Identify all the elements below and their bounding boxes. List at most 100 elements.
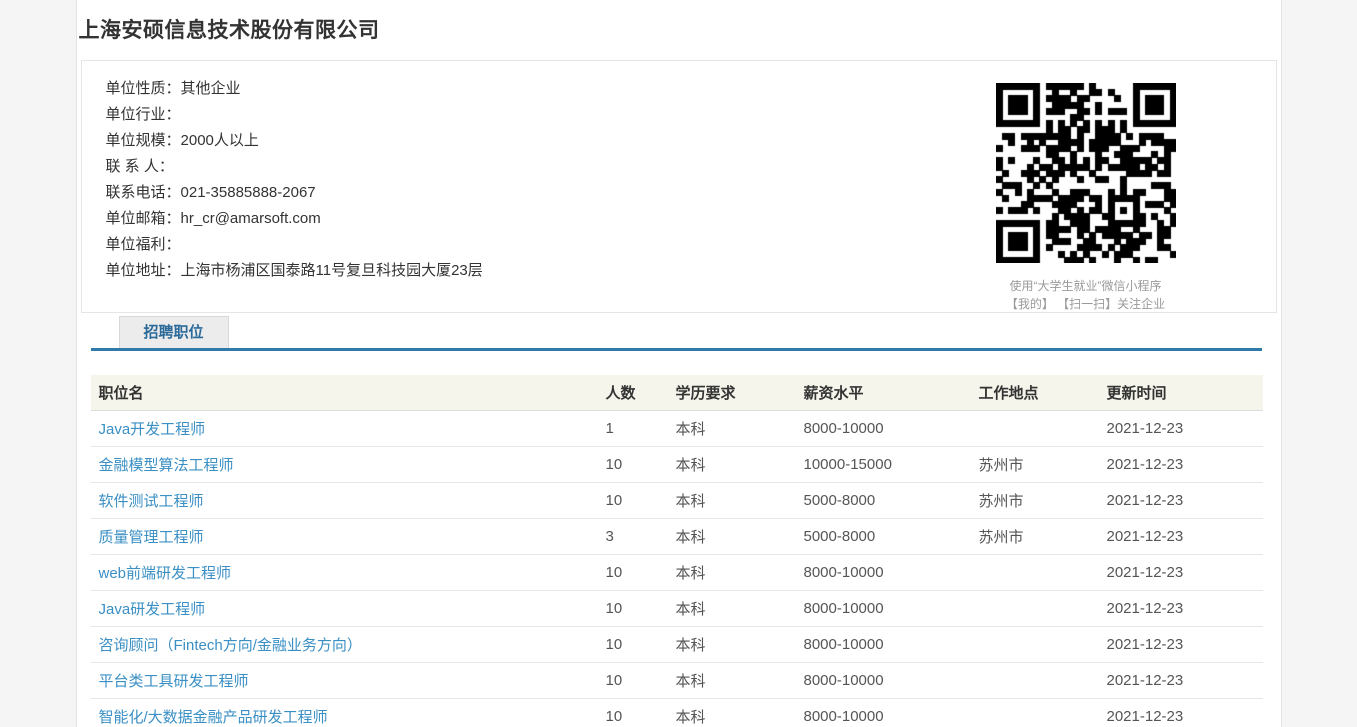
jobs-table: 职位名 人数 学历要求 薪资水平 工作地点 更新时间 Java开发工程师1本科8… bbox=[91, 375, 1263, 727]
job-name-cell: 质量管理工程师 bbox=[91, 519, 598, 555]
job-name-cell: 咨询顾问（Fintech方向/金融业务方向） bbox=[91, 627, 598, 663]
company-info-box: 单位性质：其他企业单位行业： 单位规模：2000人以上联 系 人： 联系电话：021… bbox=[81, 60, 1277, 313]
location-cell bbox=[971, 555, 1099, 591]
degree-cell: 本科 bbox=[668, 591, 796, 627]
job-link[interactable]: Java研发工程师 bbox=[99, 601, 206, 618]
header-count: 人数 bbox=[598, 375, 668, 411]
info-field-label: 单位规模： bbox=[106, 132, 181, 149]
job-name-cell: web前端研发工程师 bbox=[91, 555, 598, 591]
table-row: Java研发工程师 10本科8000-10000 2021-12-23 bbox=[91, 591, 1263, 627]
degree-cell: 本科 bbox=[668, 627, 796, 663]
info-field-label: 单位地址： bbox=[106, 262, 181, 279]
salary-cell: 8000-10000 bbox=[796, 555, 971, 591]
page-container: 上海安硕信息技术股份有限公司 单位性质：其他企业单位行业： 单位规模：2000人以… bbox=[76, 0, 1282, 727]
location-cell: 苏州市 bbox=[971, 447, 1099, 483]
table-row: 咨询顾问（Fintech方向/金融业务方向） 10本科8000-10000 2021… bbox=[91, 627, 1263, 663]
info-field-value: 其他企业 bbox=[181, 80, 241, 97]
header-location: 工作地点 bbox=[971, 375, 1099, 411]
count-cell: 10 bbox=[598, 627, 668, 663]
qr-caption: 使用“大学生就业”微信小程序 【我的】 【扫一扫】关注企业 bbox=[956, 277, 1216, 313]
qr-caption-line1: 使用“大学生就业”微信小程序 bbox=[956, 277, 1216, 295]
info-field-value: 上海市杨浦区国泰路11号复旦科技园大厦23层 bbox=[181, 262, 483, 279]
count-cell: 10 bbox=[598, 483, 668, 519]
job-link[interactable]: 质量管理工程师 bbox=[99, 529, 204, 546]
location-cell bbox=[971, 663, 1099, 699]
header-updated: 更新时间 bbox=[1099, 375, 1263, 411]
table-row: 平台类工具研发工程师 10本科8000-10000 2021-12-23 bbox=[91, 663, 1263, 699]
updated-cell: 2021-12-23 bbox=[1099, 627, 1263, 663]
degree-cell: 本科 bbox=[668, 663, 796, 699]
info-field-label: 联系电话： bbox=[106, 184, 181, 201]
info-field-value: 2000人以上 bbox=[181, 132, 259, 149]
table-row: 金融模型算法工程师 10本科10000-15000苏州市2021-12-23 bbox=[91, 447, 1263, 483]
page-title: 上海安硕信息技术股份有限公司 bbox=[79, 14, 1281, 44]
location-cell: 苏州市 bbox=[971, 483, 1099, 519]
info-field-label: 单位福利： bbox=[106, 236, 181, 253]
count-cell: 3 bbox=[598, 519, 668, 555]
job-link[interactable]: 咨询顾问（Fintech方向/金融业务方向） bbox=[99, 637, 362, 654]
tab-recruit-positions[interactable]: 招聘职位 bbox=[119, 316, 229, 348]
job-name-cell: 智能化/大数据金融产品研发工程师 bbox=[91, 699, 598, 727]
job-name-cell: 平台类工具研发工程师 bbox=[91, 663, 598, 699]
updated-cell: 2021-12-23 bbox=[1099, 663, 1263, 699]
job-name-cell: Java开发工程师 bbox=[91, 411, 598, 447]
table-row: 软件测试工程师 10本科5000-8000苏州市2021-12-23 bbox=[91, 483, 1263, 519]
info-field-label: 联 系 人： bbox=[106, 158, 174, 175]
info-field-label: 单位性质： bbox=[106, 80, 181, 97]
table-row: 智能化/大数据金融产品研发工程师10本科8000-100002021-12-23 bbox=[91, 699, 1263, 727]
location-cell bbox=[971, 699, 1099, 727]
degree-cell: 本科 bbox=[668, 519, 796, 555]
tab-bar: 招聘职位 bbox=[91, 316, 1262, 351]
degree-cell: 本科 bbox=[668, 483, 796, 519]
job-link[interactable]: 智能化/大数据金融产品研发工程师 bbox=[99, 709, 328, 726]
count-cell: 10 bbox=[598, 699, 668, 727]
qr-block: 使用“大学生就业”微信小程序 【我的】 【扫一扫】关注企业 bbox=[996, 83, 1176, 313]
salary-cell: 10000-15000 bbox=[796, 447, 971, 483]
salary-cell: 8000-10000 bbox=[796, 699, 971, 727]
salary-cell: 8000-10000 bbox=[796, 591, 971, 627]
info-field-value: hr_cr@amarsoft.com bbox=[181, 210, 321, 227]
job-link[interactable]: 金融模型算法工程师 bbox=[99, 457, 234, 474]
job-name-cell: 软件测试工程师 bbox=[91, 483, 598, 519]
degree-cell: 本科 bbox=[668, 699, 796, 727]
location-cell bbox=[971, 411, 1099, 447]
salary-cell: 8000-10000 bbox=[796, 627, 971, 663]
location-cell: 苏州市 bbox=[971, 519, 1099, 555]
table-row: Java开发工程师 1本科8000-10000 2021-12-23 bbox=[91, 411, 1263, 447]
count-cell: 10 bbox=[598, 591, 668, 627]
info-field-value: 021-35885888-2067 bbox=[181, 184, 316, 201]
degree-cell: 本科 bbox=[668, 447, 796, 483]
updated-cell: 2021-12-23 bbox=[1099, 591, 1263, 627]
degree-cell: 本科 bbox=[668, 411, 796, 447]
job-name-cell: Java研发工程师 bbox=[91, 591, 598, 627]
count-cell: 1 bbox=[598, 411, 668, 447]
salary-cell: 5000-8000 bbox=[796, 483, 971, 519]
job-name-cell: 金融模型算法工程师 bbox=[91, 447, 598, 483]
updated-cell: 2021-12-23 bbox=[1099, 519, 1263, 555]
degree-cell: 本科 bbox=[668, 555, 796, 591]
updated-cell: 2021-12-23 bbox=[1099, 411, 1263, 447]
info-field-label: 单位邮箱： bbox=[106, 210, 181, 227]
header-job-name: 职位名 bbox=[91, 375, 598, 411]
salary-cell: 8000-10000 bbox=[796, 411, 971, 447]
salary-cell: 5000-8000 bbox=[796, 519, 971, 555]
updated-cell: 2021-12-23 bbox=[1099, 555, 1263, 591]
count-cell: 10 bbox=[598, 663, 668, 699]
updated-cell: 2021-12-23 bbox=[1099, 447, 1263, 483]
table-row: 质量管理工程师 3本科5000-8000苏州市2021-12-23 bbox=[91, 519, 1263, 555]
qr-code-icon bbox=[996, 83, 1176, 263]
job-link[interactable]: Java开发工程师 bbox=[99, 421, 206, 438]
job-link[interactable]: 软件测试工程师 bbox=[99, 493, 204, 510]
qr-caption-line2: 【我的】 【扫一扫】关注企业 bbox=[956, 295, 1216, 313]
job-link[interactable]: 平台类工具研发工程师 bbox=[99, 673, 249, 690]
salary-cell: 8000-10000 bbox=[796, 663, 971, 699]
count-cell: 10 bbox=[598, 447, 668, 483]
header-salary: 薪资水平 bbox=[796, 375, 971, 411]
table-row: web前端研发工程师10本科8000-100002021-12-23 bbox=[91, 555, 1263, 591]
location-cell bbox=[971, 591, 1099, 627]
updated-cell: 2021-12-23 bbox=[1099, 483, 1263, 519]
job-link[interactable]: web前端研发工程师 bbox=[99, 565, 232, 582]
jobs-table-header-row: 职位名 人数 学历要求 薪资水平 工作地点 更新时间 bbox=[91, 375, 1263, 411]
location-cell bbox=[971, 627, 1099, 663]
info-field-label: 单位行业： bbox=[106, 106, 181, 123]
